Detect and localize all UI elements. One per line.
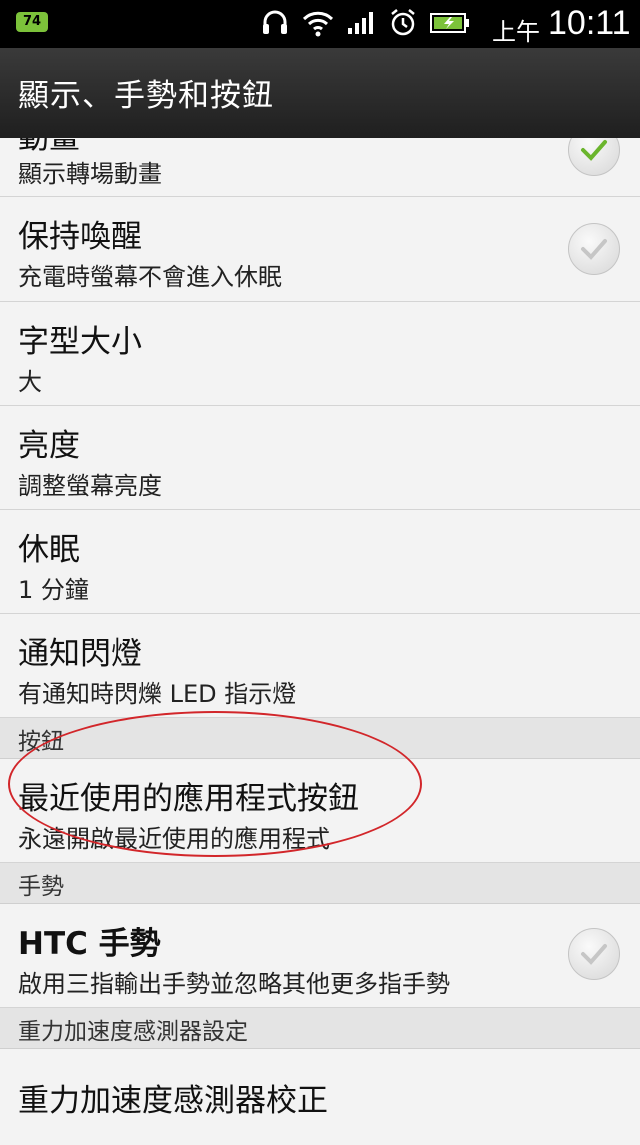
status-icons <box>260 8 470 38</box>
animation-checkbox[interactable] <box>568 138 620 176</box>
checkmark-icon <box>581 140 607 161</box>
section-title: 重力加速度感測器設定 <box>18 1019 248 1045</box>
title-bar: 顯示、手勢和按鈕 <box>0 48 640 138</box>
setting-title: 通知閃燈 <box>18 636 142 672</box>
setting-font-size[interactable]: 字型大小 大 <box>0 302 640 406</box>
checkmark-icon <box>581 944 607 965</box>
signal-icon <box>346 10 376 36</box>
setting-stay-awake[interactable]: 保持喚醒 充電時螢幕不會進入休眠 <box>0 197 640 302</box>
setting-htc-gestures[interactable]: HTC 手勢 啟用三指輸出手勢並忽略其他更多指手勢 <box>0 904 640 1008</box>
setting-subtitle: 調整螢幕亮度 <box>18 472 162 500</box>
checkmark-icon <box>581 239 607 260</box>
htc-gestures-checkbox[interactable] <box>568 928 620 980</box>
status-bar: 74 上午 10:11 <box>0 0 640 48</box>
setting-subtitle: 大 <box>18 368 42 396</box>
setting-subtitle: 顯示轉場動畫 <box>18 160 162 188</box>
setting-recent-apps-button[interactable]: 最近使用的應用程式按鈕 永遠開啟最近使用的應用程式 <box>0 759 640 863</box>
setting-subtitle: 啟用三指輸出手勢並忽略其他更多指手勢 <box>18 970 450 998</box>
headset-icon <box>260 8 290 38</box>
setting-title: 重力加速度感測器校正 <box>18 1083 328 1119</box>
setting-gsensor-calibration[interactable]: 重力加速度感測器校正 <box>0 1049 640 1145</box>
battery-icon <box>430 11 470 35</box>
setting-subtitle: 有通知時閃爍 LED 指示燈 <box>18 680 297 708</box>
setting-title: 保持喚醒 <box>18 219 142 255</box>
setting-animation[interactable]: 動畫 顯示轉場動畫 <box>0 138 640 197</box>
setting-notification-light[interactable]: 通知閃燈 有通知時閃爍 LED 指示燈 <box>0 614 640 718</box>
page-title: 顯示、手勢和按鈕 <box>18 78 274 114</box>
setting-subtitle: 1 分鐘 <box>18 576 89 604</box>
section-header-gestures: 手勢 <box>0 863 640 904</box>
section-header-buttons: 按鈕 <box>0 718 640 759</box>
setting-title: 字型大小 <box>18 324 142 360</box>
setting-sleep[interactable]: 休眠 1 分鐘 <box>0 510 640 614</box>
setting-brightness[interactable]: 亮度 調整螢幕亮度 <box>0 406 640 510</box>
setting-title: 亮度 <box>18 428 80 464</box>
setting-subtitle: 充電時螢幕不會進入休眠 <box>18 263 282 291</box>
clock: 10:11 <box>548 4 631 42</box>
setting-title: 休眠 <box>18 532 80 568</box>
alarm-icon <box>388 8 418 38</box>
section-title: 按鈕 <box>18 729 64 755</box>
notification-badge: 74 <box>16 12 48 32</box>
time-prefix: 上午 <box>492 19 540 46</box>
stay-awake-checkbox[interactable] <box>568 223 620 275</box>
setting-subtitle: 永遠開啟最近使用的應用程式 <box>18 825 330 853</box>
setting-title: HTC 手勢 <box>18 926 161 962</box>
section-header-gsensor: 重力加速度感測器設定 <box>0 1008 640 1049</box>
section-title: 手勢 <box>18 874 64 900</box>
setting-title: 最近使用的應用程式按鈕 <box>18 781 359 817</box>
settings-list: 動畫 顯示轉場動畫 保持喚醒 充電時螢幕不會進入休眠 字型大小 大 亮度 調整螢… <box>0 138 640 1145</box>
wifi-icon <box>302 9 334 37</box>
